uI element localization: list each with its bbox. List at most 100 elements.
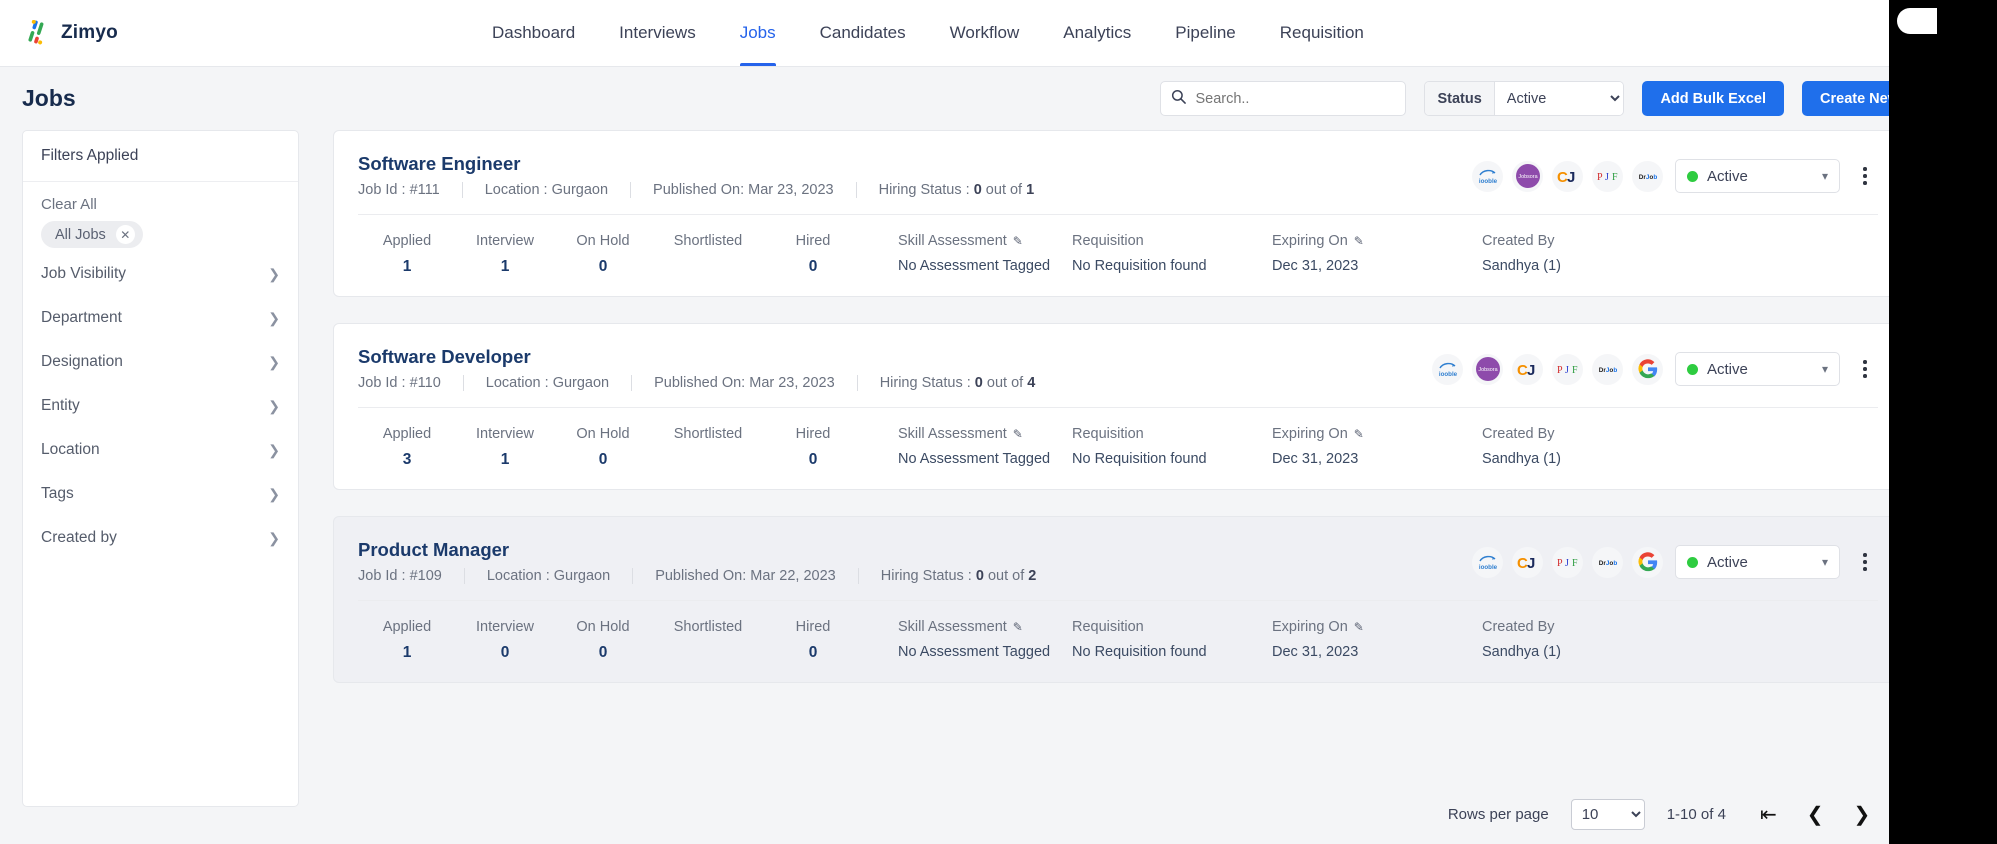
more-options-icon[interactable] xyxy=(1852,167,1878,185)
job-status-dropdown[interactable]: Active▾ xyxy=(1675,159,1840,193)
google-portal-icon[interactable] xyxy=(1632,547,1663,578)
search-box[interactable] xyxy=(1160,81,1406,116)
svg-text:J: J xyxy=(1567,169,1575,186)
nav-item-analytics[interactable]: Analytics xyxy=(1041,0,1153,66)
filter-group-tags[interactable]: Tags❯ xyxy=(23,472,298,516)
status-filter-label: Status xyxy=(1425,82,1494,115)
stat-requisition[interactable]: RequisitionNo Requisition found xyxy=(1072,233,1272,276)
previous-page-icon[interactable]: ❮ xyxy=(1807,805,1824,825)
job-title[interactable]: Software Engineer xyxy=(358,153,1078,175)
status-filter-select[interactable]: ActiveInactiveAll xyxy=(1495,82,1624,115)
stat-hired[interactable]: Hired0 xyxy=(764,619,862,662)
close-icon[interactable]: ✕ xyxy=(116,225,135,244)
nav-item-jobs[interactable]: Jobs xyxy=(718,0,798,66)
nav-item-dashboard[interactable]: Dashboard xyxy=(470,0,597,66)
job-title[interactable]: Product Manager xyxy=(358,539,1080,561)
stat-interview[interactable]: Interview0 xyxy=(456,619,554,662)
status-filter-group[interactable]: Status ActiveInactiveAll xyxy=(1424,81,1624,116)
drjob-portal-icon[interactable]: DrJob xyxy=(1592,354,1623,385)
rows-per-page-select[interactable]: 102550100 xyxy=(1571,799,1645,830)
drjob-portal-icon[interactable]: DrJob xyxy=(1632,161,1663,192)
job-meta-row: Job Id : #110Location : GurgaonPublished… xyxy=(358,375,1079,391)
nav-item-pipeline[interactable]: Pipeline xyxy=(1153,0,1258,66)
page-body: Filters Applied Clear All All Jobs ✕ Job… xyxy=(0,130,1943,844)
nav-item-interviews[interactable]: Interviews xyxy=(597,0,718,66)
edit-pencil-icon[interactable]: ✎ xyxy=(1354,427,1364,441)
brand-logo-area[interactable]: Zimyo xyxy=(0,20,470,46)
google-portal-icon[interactable] xyxy=(1632,354,1663,385)
stat-hired[interactable]: Hired0 xyxy=(764,233,862,276)
add-bulk-excel-button[interactable]: Add Bulk Excel xyxy=(1642,81,1784,116)
first-page-icon[interactable]: ⇤ xyxy=(1760,805,1777,825)
stat-expiring-on[interactable]: Expiring On✎Dec 31, 2023 xyxy=(1272,619,1482,662)
more-options-icon[interactable] xyxy=(1852,553,1878,571)
job-card[interactable]: Software Developer Job Id : #110Location … xyxy=(333,323,1903,490)
pjf-portal-icon[interactable]: PJF xyxy=(1592,161,1623,192)
stat-skill-assessment[interactable]: Skill Assessment✎No Assessment Tagged xyxy=(862,426,1072,469)
nav-item-candidates[interactable]: Candidates xyxy=(798,0,928,66)
filter-chip-all-jobs[interactable]: All Jobs ✕ xyxy=(41,221,143,248)
job-card[interactable]: Product ManagerJob Id : #109Location : G… xyxy=(333,516,1903,683)
job-title[interactable]: Software Developer xyxy=(358,346,1079,368)
expiring-on-label: Expiring On xyxy=(1272,426,1348,442)
stat-hired[interactable]: Hired0 xyxy=(764,426,862,469)
stat-on-hold[interactable]: On Hold0 xyxy=(554,233,652,276)
filter-group-department[interactable]: Department❯ xyxy=(23,296,298,340)
stat-skill-assessment[interactable]: Skill Assessment✎No Assessment Tagged xyxy=(862,619,1072,662)
filter-group-designation[interactable]: Designation❯ xyxy=(23,340,298,384)
stat-shortlisted[interactable]: Shortlisted xyxy=(652,426,764,469)
drjob-portal-icon[interactable]: DrJob xyxy=(1592,547,1623,578)
created-by-value: Sandhya (1) xyxy=(1482,451,1662,467)
job-card-identity: Product ManagerJob Id : #109Location : G… xyxy=(358,539,1080,584)
jooble-portal-icon[interactable]: iooble xyxy=(1472,547,1503,578)
job-portals: iooble Jobsora CJ PJF DrJob xyxy=(1432,354,1663,385)
edit-pencil-icon[interactable]: ✎ xyxy=(1354,234,1364,248)
more-options-icon[interactable] xyxy=(1852,360,1878,378)
stat-skill-assessment[interactable]: Skill Assessment✎No Assessment Tagged xyxy=(862,233,1072,276)
stat-shortlisted[interactable]: Shortlisted xyxy=(652,619,764,662)
nav-item-requisition[interactable]: Requisition xyxy=(1258,0,1386,66)
job-card[interactable]: Software EngineerJob Id : #111Location :… xyxy=(333,130,1903,297)
stat-interview[interactable]: Interview1 xyxy=(456,233,554,276)
hiring-status-prefix: Hiring Status : xyxy=(879,182,974,198)
filter-group-created-by[interactable]: Created by❯ xyxy=(23,516,298,560)
job-location: Location : Gurgaon xyxy=(487,568,633,584)
stat-on-hold[interactable]: On Hold0 xyxy=(554,619,652,662)
filter-group-job-visibility[interactable]: Job Visibility❯ xyxy=(23,252,298,296)
rows-per-page-label: Rows per page xyxy=(1448,806,1549,823)
pjf-portal-icon[interactable]: PJF xyxy=(1552,547,1583,578)
jobsora-portal-icon[interactable]: Jobsora xyxy=(1512,161,1543,192)
edit-pencil-icon[interactable]: ✎ xyxy=(1013,620,1023,634)
hiring-status-done: 0 xyxy=(975,375,983,391)
careerjet-portal-icon[interactable]: CJ xyxy=(1512,354,1543,385)
jooble-portal-icon[interactable]: iooble xyxy=(1472,161,1503,192)
jooble-portal-icon[interactable]: iooble xyxy=(1432,354,1463,385)
next-page-icon[interactable]: ❯ xyxy=(1853,805,1870,825)
stat-expiring-on[interactable]: Expiring On✎Dec 31, 2023 xyxy=(1272,426,1482,469)
stat-requisition[interactable]: RequisitionNo Requisition found xyxy=(1072,426,1272,469)
stat-applied[interactable]: Applied1 xyxy=(358,233,456,276)
edit-pencil-icon[interactable]: ✎ xyxy=(1354,620,1364,634)
stat-requisition[interactable]: RequisitionNo Requisition found xyxy=(1072,619,1272,662)
careerjet-portal-icon[interactable]: CJ xyxy=(1512,547,1543,578)
edit-pencil-icon[interactable]: ✎ xyxy=(1013,234,1023,248)
pjf-portal-icon[interactable]: PJF xyxy=(1552,354,1583,385)
stat-label: Shortlisted xyxy=(652,233,764,249)
clear-all-button[interactable]: Clear All xyxy=(23,182,298,213)
filter-group-location[interactable]: Location❯ xyxy=(23,428,298,472)
stat-interview[interactable]: Interview1 xyxy=(456,426,554,469)
stat-on-hold[interactable]: On Hold0 xyxy=(554,426,652,469)
stat-shortlisted[interactable]: Shortlisted xyxy=(652,233,764,276)
edit-pencil-icon[interactable]: ✎ xyxy=(1013,427,1023,441)
filter-group-entity[interactable]: Entity❯ xyxy=(23,384,298,428)
job-status-dropdown[interactable]: Active▾ xyxy=(1675,352,1840,386)
stat-applied[interactable]: Applied3 xyxy=(358,426,456,469)
stat-value: 0 xyxy=(554,451,652,469)
jobsora-portal-icon[interactable]: Jobsora xyxy=(1472,354,1503,385)
careerjet-portal-icon[interactable]: CJ xyxy=(1552,161,1583,192)
stat-applied[interactable]: Applied1 xyxy=(358,619,456,662)
stat-expiring-on[interactable]: Expiring On✎Dec 31, 2023 xyxy=(1272,233,1482,276)
nav-item-workflow[interactable]: Workflow xyxy=(928,0,1042,66)
job-status-dropdown[interactable]: Active▾ xyxy=(1675,545,1840,579)
search-input[interactable] xyxy=(1195,91,1395,107)
